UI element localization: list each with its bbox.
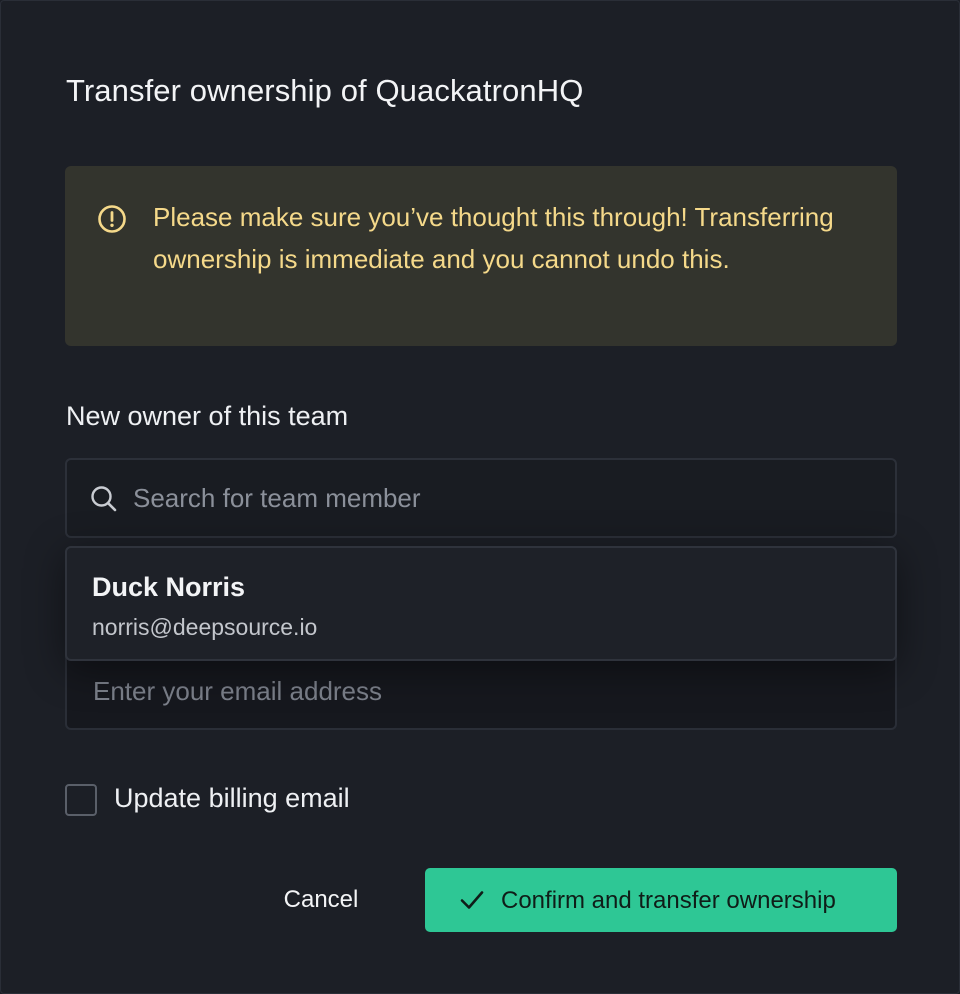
warning-message: Please make sure you’ve thought this thr… (153, 202, 834, 274)
member-email: norris@deepsource.io (92, 614, 318, 640)
member-search-field[interactable] (65, 458, 897, 538)
member-name: Duck Norris (92, 572, 246, 602)
confirm-transfer-button[interactable]: Confirm and transfer ownership (425, 868, 897, 932)
update-billing-checkbox[interactable] (65, 784, 97, 816)
cancel-button[interactable]: Cancel (263, 869, 379, 931)
billing-email-input[interactable] (93, 661, 873, 721)
check-icon (460, 891, 484, 909)
confirm-button-label: Confirm and transfer ownership (501, 887, 836, 914)
search-icon (91, 486, 117, 512)
update-billing-label[interactable]: Update billing email (114, 783, 350, 814)
member-suggestion-item[interactable]: Duck Norris norris@deepsource.io (65, 546, 897, 661)
dialog-title: Transfer ownership of QuackatronHQ (66, 73, 584, 108)
warning-alert: Please make sure you’ve thought this thr… (65, 166, 897, 346)
transfer-ownership-dialog: Transfer ownership of QuackatronHQ Pleas… (0, 0, 960, 994)
new-owner-label: New owner of this team (66, 401, 349, 431)
alert-circle-icon (98, 205, 126, 233)
member-search-input[interactable] (133, 460, 873, 536)
billing-email-field[interactable] (65, 651, 897, 730)
